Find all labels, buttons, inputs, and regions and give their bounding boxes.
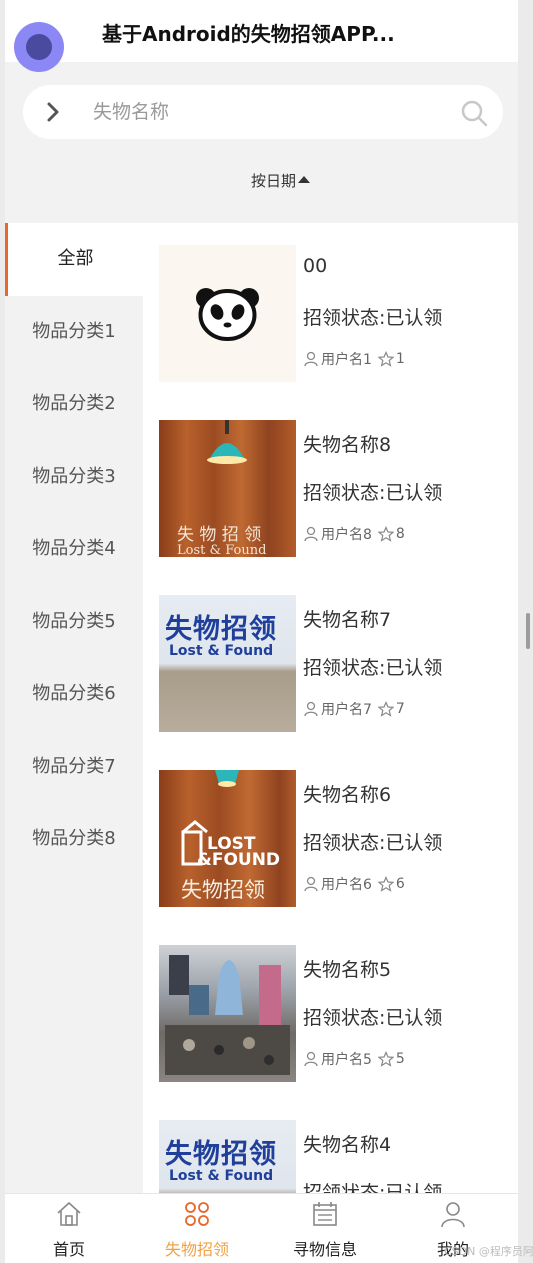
thumb-caption: 失物招领: [165, 614, 277, 645]
list-item[interactable]: 00 招领状态:已认领 用户名1 1: [159, 245, 514, 382]
list-item[interactable]: 失 物 招 领 Lost & Found 失物名称8 招领状态:已认领 用户名8…: [159, 420, 514, 557]
item-status: 招领状态:已认领: [303, 1182, 443, 1193]
item-meta: 用户名5 5: [303, 1049, 405, 1069]
search-input[interactable]: [93, 97, 433, 127]
item-thumbnail[interactable]: LOST &FOUND 失物招领: [159, 770, 296, 907]
item-status: 招领状态:已认领: [303, 832, 443, 854]
tab-label: 失物招领: [164, 1240, 229, 1259]
thumb-caption: 失物招领: [181, 878, 265, 902]
item-user: 用户名8: [321, 527, 372, 543]
user-icon: [304, 1051, 318, 1067]
sort-label: 按日期: [250, 172, 296, 190]
star-icon: [377, 876, 394, 892]
item-favorite-count: 7: [395, 701, 405, 717]
bottom-tab-bar: 首页 失物招领 寻物信息 我的: [5, 1193, 518, 1263]
item-meta: 用户名6 6: [303, 874, 405, 894]
floating-button-core: [26, 34, 52, 60]
list-item[interactable]: 失物名称5 招领状态:已认领 用户名5 5: [159, 945, 514, 1082]
tab-search-info[interactable]: 寻物信息: [261, 1194, 389, 1263]
item-favorite-count: 6: [395, 876, 405, 892]
thumb-caption: 失 物 招 领: [177, 525, 262, 545]
item-favorite-count: 5: [395, 1051, 405, 1067]
tab-home[interactable]: 首页: [5, 1194, 133, 1263]
item-favorite-count: 1: [395, 351, 405, 367]
thumb-logo-bottom: &FOUND: [197, 850, 281, 870]
sidebar-item-category-2[interactable]: 物品分类2: [5, 368, 143, 441]
home-icon: [57, 1201, 81, 1226]
item-status: 招领状态:已认领: [303, 1007, 443, 1029]
sort-by-date-button[interactable]: 按日期: [5, 170, 518, 191]
panda-image: [196, 288, 259, 341]
user-icon: [441, 1202, 465, 1228]
star-icon: [377, 1051, 394, 1067]
app-header: 基于Android的失物招领APP...: [5, 0, 518, 62]
sidebar-item-category-7[interactable]: 物品分类7: [5, 731, 143, 804]
sidebar-item-category-6[interactable]: 物品分类6: [5, 658, 143, 731]
item-meta: 用户名7 7: [303, 699, 405, 719]
sidebar-item-all[interactable]: 全部: [5, 223, 143, 296]
item-status: 招领状态:已认领: [303, 482, 443, 504]
thumb-subcaption: Lost & Found: [169, 1168, 274, 1184]
sidebar-item-category-8[interactable]: 物品分类8: [5, 803, 143, 876]
user-icon: [304, 876, 318, 892]
item-user: 用户名6: [321, 877, 372, 893]
calendar-icon: [313, 1202, 337, 1226]
tab-lost-and-found[interactable]: 失物招领: [133, 1194, 261, 1263]
sidebar-item-category-1[interactable]: 物品分类1: [5, 296, 143, 369]
item-user: 用户名7: [321, 702, 372, 718]
search-icon[interactable]: [460, 99, 488, 127]
item-list: 00 招领状态:已认领 用户名1 1 失 物 招 领 Lost & Found …: [143, 223, 518, 1193]
list-item[interactable]: 失物招领 Lost & Found 失物名称7 招领状态:已认领 用户名7 7: [159, 595, 514, 732]
item-name: 失物名称8: [303, 434, 392, 456]
sort-arrow-up-icon: [298, 176, 310, 183]
list-item[interactable]: LOST &FOUND 失物招领 失物名称6 招领状态:已认领 用户名6 6: [159, 770, 514, 907]
star-icon: [377, 526, 394, 542]
item-meta: 用户名1 1: [303, 349, 405, 369]
sidebar-item-category-3[interactable]: 物品分类3: [5, 441, 143, 514]
item-status: 招领状态:已认领: [303, 657, 443, 679]
user-icon: [304, 701, 318, 717]
thumb-subcaption: Lost & Found: [177, 543, 267, 557]
page-title: 基于Android的失物招领APP...: [102, 22, 395, 46]
watermark: CSDN @程序员阿龙: [444, 1245, 533, 1258]
app-screen: 基于Android的失物招领APP... 按日期 全部 物品分类1 物品分类2 …: [5, 0, 518, 1263]
sidebar-item-category-4[interactable]: 物品分类4: [5, 513, 143, 586]
item-user: 用户名5: [321, 1052, 372, 1068]
item-name: 失物名称7: [303, 609, 392, 631]
item-thumbnail[interactable]: [159, 945, 296, 1082]
floating-assistive-button[interactable]: [14, 22, 64, 72]
lost-items-photo: [165, 955, 290, 1075]
item-name: 00: [303, 255, 328, 277]
sidebar-item-category-5[interactable]: 物品分类5: [5, 586, 143, 659]
item-name: 失物名称6: [303, 784, 392, 806]
item-status: 招领状态:已认领: [303, 307, 443, 329]
item-name: 失物名称4: [303, 1134, 392, 1156]
search-bar[interactable]: [23, 85, 503, 139]
item-thumbnail[interactable]: 失物招领 Lost & Found: [159, 1120, 296, 1193]
list-item[interactable]: 失物招领 Lost & Found 失物名称4 招领状态:已认领: [159, 1120, 514, 1193]
scrollbar-thumb[interactable]: [526, 613, 530, 649]
chevron-right-icon[interactable]: [41, 100, 65, 124]
item-favorite-count: 8: [395, 526, 405, 542]
item-name: 失物名称5: [303, 959, 392, 981]
user-icon: [304, 351, 318, 367]
user-icon: [304, 526, 318, 542]
item-thumbnail[interactable]: 失物招领 Lost & Found: [159, 595, 296, 732]
item-meta: 用户名8 8: [303, 524, 405, 544]
item-thumbnail[interactable]: [159, 245, 296, 382]
thumb-caption: 失物招领: [165, 1139, 277, 1170]
tab-label: 寻物信息: [292, 1240, 357, 1259]
clover-icon: [185, 1202, 209, 1226]
tab-label: 首页: [52, 1240, 85, 1259]
item-user: 用户名1: [321, 352, 372, 368]
item-thumbnail[interactable]: 失 物 招 领 Lost & Found: [159, 420, 296, 557]
star-icon: [377, 351, 394, 367]
category-sidebar: 全部 物品分类1 物品分类2 物品分类3 物品分类4 物品分类5 物品分类6 物…: [5, 223, 143, 1193]
thumb-subcaption: Lost & Found: [169, 643, 274, 659]
star-icon: [377, 701, 394, 717]
